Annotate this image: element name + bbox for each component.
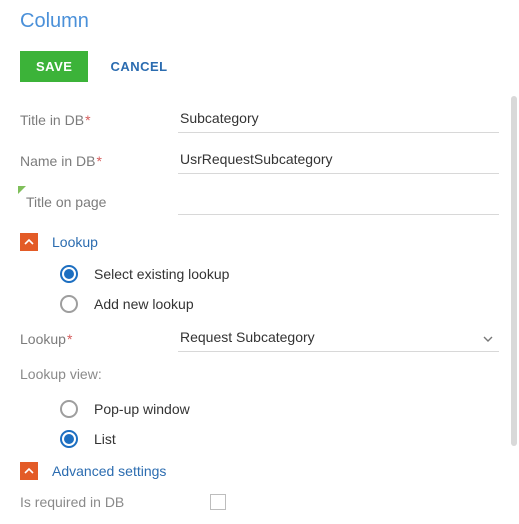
radio-row-popup: Pop-up window [60,400,499,418]
action-bar: SAVE CANCEL [20,51,499,82]
checkbox-is-required[interactable] [210,494,226,510]
input-title-on-page[interactable] [178,188,499,215]
section-title-lookup[interactable]: Lookup [52,234,98,250]
section-lookup: Lookup [20,233,499,251]
radio-row-select-existing: Select existing lookup [60,265,499,283]
radio-label-add-new[interactable]: Add new lookup [94,296,194,312]
radio-label-popup[interactable]: Pop-up window [94,401,190,417]
input-title-in-db[interactable] [178,106,499,133]
row-is-required: Is required in DB [20,494,499,510]
input-name-in-db[interactable] [178,147,499,174]
section-advanced: Advanced settings [20,462,499,480]
scrollbar-thumb[interactable] [511,96,517,446]
row-lookup-select: Lookup [20,325,499,352]
save-button[interactable]: SAVE [20,51,88,82]
row-title-in-db: Title in DB [20,106,499,133]
cancel-button[interactable]: CANCEL [110,59,167,74]
radio-list[interactable] [60,430,78,448]
radio-popup[interactable] [60,400,78,418]
label-lookup: Lookup [20,331,170,347]
radio-row-add-new: Add new lookup [60,295,499,313]
radio-label-select-existing[interactable]: Select existing lookup [94,266,229,282]
chevron-up-icon [24,466,34,476]
column-editor-panel: Column SAVE CANCEL Title in DB Name in D… [0,0,519,524]
row-lookup-view: Lookup view: [20,366,499,382]
radio-add-new[interactable] [60,295,78,313]
section-title-advanced[interactable]: Advanced settings [52,463,166,479]
collapse-toggle-lookup[interactable] [20,233,38,251]
row-title-on-page: Title on page [20,188,499,215]
radio-row-list: List [60,430,499,448]
page-title: Column [20,10,499,33]
label-lookup-view: Lookup view: [20,366,102,382]
label-title-in-db: Title in DB [20,112,170,128]
label-name-in-db: Name in DB [20,153,170,169]
label-is-required: Is required in DB [20,494,210,510]
radio-select-existing[interactable] [60,265,78,283]
select-lookup[interactable] [178,325,499,351]
label-title-on-page: Title on page [20,194,170,210]
select-lookup-wrap[interactable] [178,325,499,352]
row-name-in-db: Name in DB [20,147,499,174]
radio-label-list[interactable]: List [94,431,116,447]
collapse-toggle-advanced[interactable] [20,462,38,480]
chevron-up-icon [24,237,34,247]
